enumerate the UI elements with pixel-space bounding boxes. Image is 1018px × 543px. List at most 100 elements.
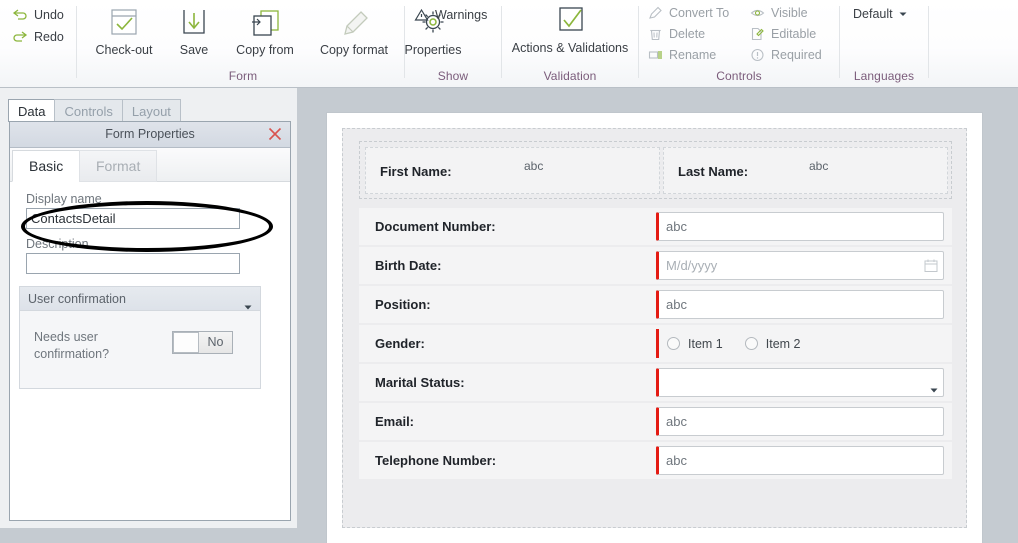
display-name-input[interactable]: ContactsDetail [26, 208, 240, 229]
marital-status-dropdown[interactable] [656, 368, 944, 397]
tab-basic[interactable]: Basic [12, 150, 80, 182]
visible-button[interactable]: Visible [750, 6, 808, 20]
edit-page-icon [750, 27, 765, 41]
toggle-knob [173, 332, 199, 353]
actions-validations-button[interactable]: Actions & Validations [503, 6, 637, 55]
group-label-form: Form [78, 69, 408, 83]
toggle-value: No [199, 332, 232, 353]
visible-label: Visible [771, 6, 808, 20]
row-email[interactable]: Email: abc [359, 403, 952, 440]
description-input[interactable] [26, 253, 240, 274]
position-label: Position: [375, 286, 431, 323]
form-properties-panel: Form Properties Basic Format Display nam… [9, 121, 291, 521]
copy-from-button[interactable]: Copy from [224, 8, 306, 57]
application-window: Undo Redo Check-out Save [0, 0, 1018, 528]
row-position[interactable]: Position: abc [359, 286, 952, 323]
birth-date-label: Birth Date: [375, 247, 441, 284]
row-marital-status[interactable]: Marital Status: [359, 364, 952, 401]
check-box-icon [553, 6, 587, 36]
convert-to-button[interactable]: Convert To [648, 6, 729, 20]
form-sheet: First Name: abc Last Name: abc Document … [327, 113, 982, 543]
editable-button[interactable]: Editable [750, 27, 816, 41]
close-icon[interactable] [266, 125, 284, 143]
ribbon-group-languages: Default Languages [841, 0, 927, 87]
form-canvas-area: First Name: abc Last Name: abc Document … [297, 88, 1018, 528]
redo-label: Redo [34, 30, 64, 44]
delete-button[interactable]: Delete [648, 27, 705, 41]
language-default-dropdown[interactable]: Default [853, 7, 907, 21]
convert-to-label: Convert To [669, 6, 729, 20]
language-default-label: Default [853, 7, 893, 21]
last-name-label: Last Name: [678, 148, 748, 193]
save-label: Save [168, 43, 220, 57]
sidebar-item-layout[interactable]: Layout [122, 99, 181, 122]
user-confirmation-group-header[interactable]: User confirmation [19, 286, 261, 311]
row-telephone-number[interactable]: Telephone Number: abc [359, 442, 952, 479]
radio-item-1[interactable] [667, 337, 680, 350]
ribbon-group-validation: Actions & Validations Validation [503, 0, 637, 87]
user-confirmation-group-label: User confirmation [28, 287, 126, 311]
radio-item-2[interactable] [745, 337, 758, 350]
gender-radio-group[interactable]: Item 1 Item 2 [656, 329, 944, 358]
marital-status-label: Marital Status: [375, 364, 465, 401]
caret-down-icon[interactable] [930, 380, 938, 398]
check-out-button[interactable]: Check-out [84, 8, 164, 57]
warnings-label: Warnings [435, 8, 487, 22]
panel-subtabs: Basic Format [10, 148, 290, 182]
eye-icon [750, 6, 765, 20]
required-label: Required [771, 48, 822, 62]
sidebar-item-data[interactable]: Data [8, 99, 55, 122]
rename-button[interactable]: Rename [648, 48, 716, 62]
ribbon-group-show: Warnings Show [406, 0, 500, 87]
actions-validations-label: Actions & Validations [503, 41, 637, 55]
radio-item-2-label: Item 2 [766, 337, 801, 351]
redo-button[interactable]: Redo [12, 30, 64, 44]
copy-from-pages-icon [248, 8, 282, 38]
email-label: Email: [375, 403, 414, 440]
row-birth-date[interactable]: Birth Date: M/d/yyyy [359, 247, 952, 284]
ribbon-toolbar: Undo Redo Check-out Save [0, 0, 1018, 88]
document-number-label: Document Number: [375, 208, 496, 245]
telephone-number-input[interactable]: abc [656, 446, 944, 475]
required-button[interactable]: Required [750, 48, 822, 62]
copy-format-button[interactable]: Copy format [310, 8, 398, 57]
warnings-button[interactable]: Warnings [414, 8, 487, 22]
trash-icon [648, 27, 663, 41]
calendar-icon[interactable] [924, 259, 938, 277]
undo-arrow-icon [12, 8, 28, 22]
save-button[interactable]: Save [168, 8, 220, 57]
editable-label: Editable [771, 27, 816, 41]
format-painter-brush-icon [337, 8, 371, 38]
user-confirmation-group-body: Needs user confirmation? No [19, 311, 261, 389]
row-gender[interactable]: Gender: Item 1 Item 2 [359, 325, 952, 362]
rename-tag-icon [648, 48, 663, 62]
check-out-label: Check-out [84, 43, 164, 57]
display-name-label: Display name [26, 192, 102, 206]
first-name-label: First Name: [380, 148, 452, 193]
form-container: First Name: abc Last Name: abc Document … [342, 128, 967, 528]
document-number-input[interactable]: abc [656, 212, 944, 241]
row-document-number[interactable]: Document Number: abc [359, 208, 952, 245]
redo-arrow-icon [12, 30, 28, 44]
undo-button[interactable]: Undo [12, 8, 64, 22]
last-name-value: abc [809, 159, 828, 173]
telephone-number-label: Telephone Number: [375, 442, 496, 479]
undo-label: Undo [34, 8, 64, 22]
required-exclamation-icon [750, 48, 765, 62]
email-input[interactable]: abc [656, 407, 944, 436]
name-row-container: First Name: abc Last Name: abc [359, 141, 952, 199]
needs-user-confirmation-label: Needs user confirmation? [34, 329, 154, 363]
group-label-controls: Controls [640, 69, 838, 83]
position-input[interactable]: abc [656, 290, 944, 319]
last-name-cell[interactable]: Last Name: abc [663, 147, 948, 194]
first-name-cell[interactable]: First Name: abc [365, 147, 660, 194]
sidebar-item-controls[interactable]: Controls [54, 99, 122, 122]
gender-label: Gender: [375, 325, 425, 362]
rename-label: Rename [669, 48, 716, 62]
tab-format[interactable]: Format [79, 150, 157, 182]
birth-date-input[interactable]: M/d/yyyy [656, 251, 944, 280]
left-dock-panel: Data Controls Layout Form Properties Bas… [0, 88, 297, 528]
radio-item-1-label: Item 1 [688, 337, 723, 351]
needs-user-confirmation-toggle[interactable]: No [172, 331, 233, 354]
group-label-languages: Languages [841, 69, 927, 83]
